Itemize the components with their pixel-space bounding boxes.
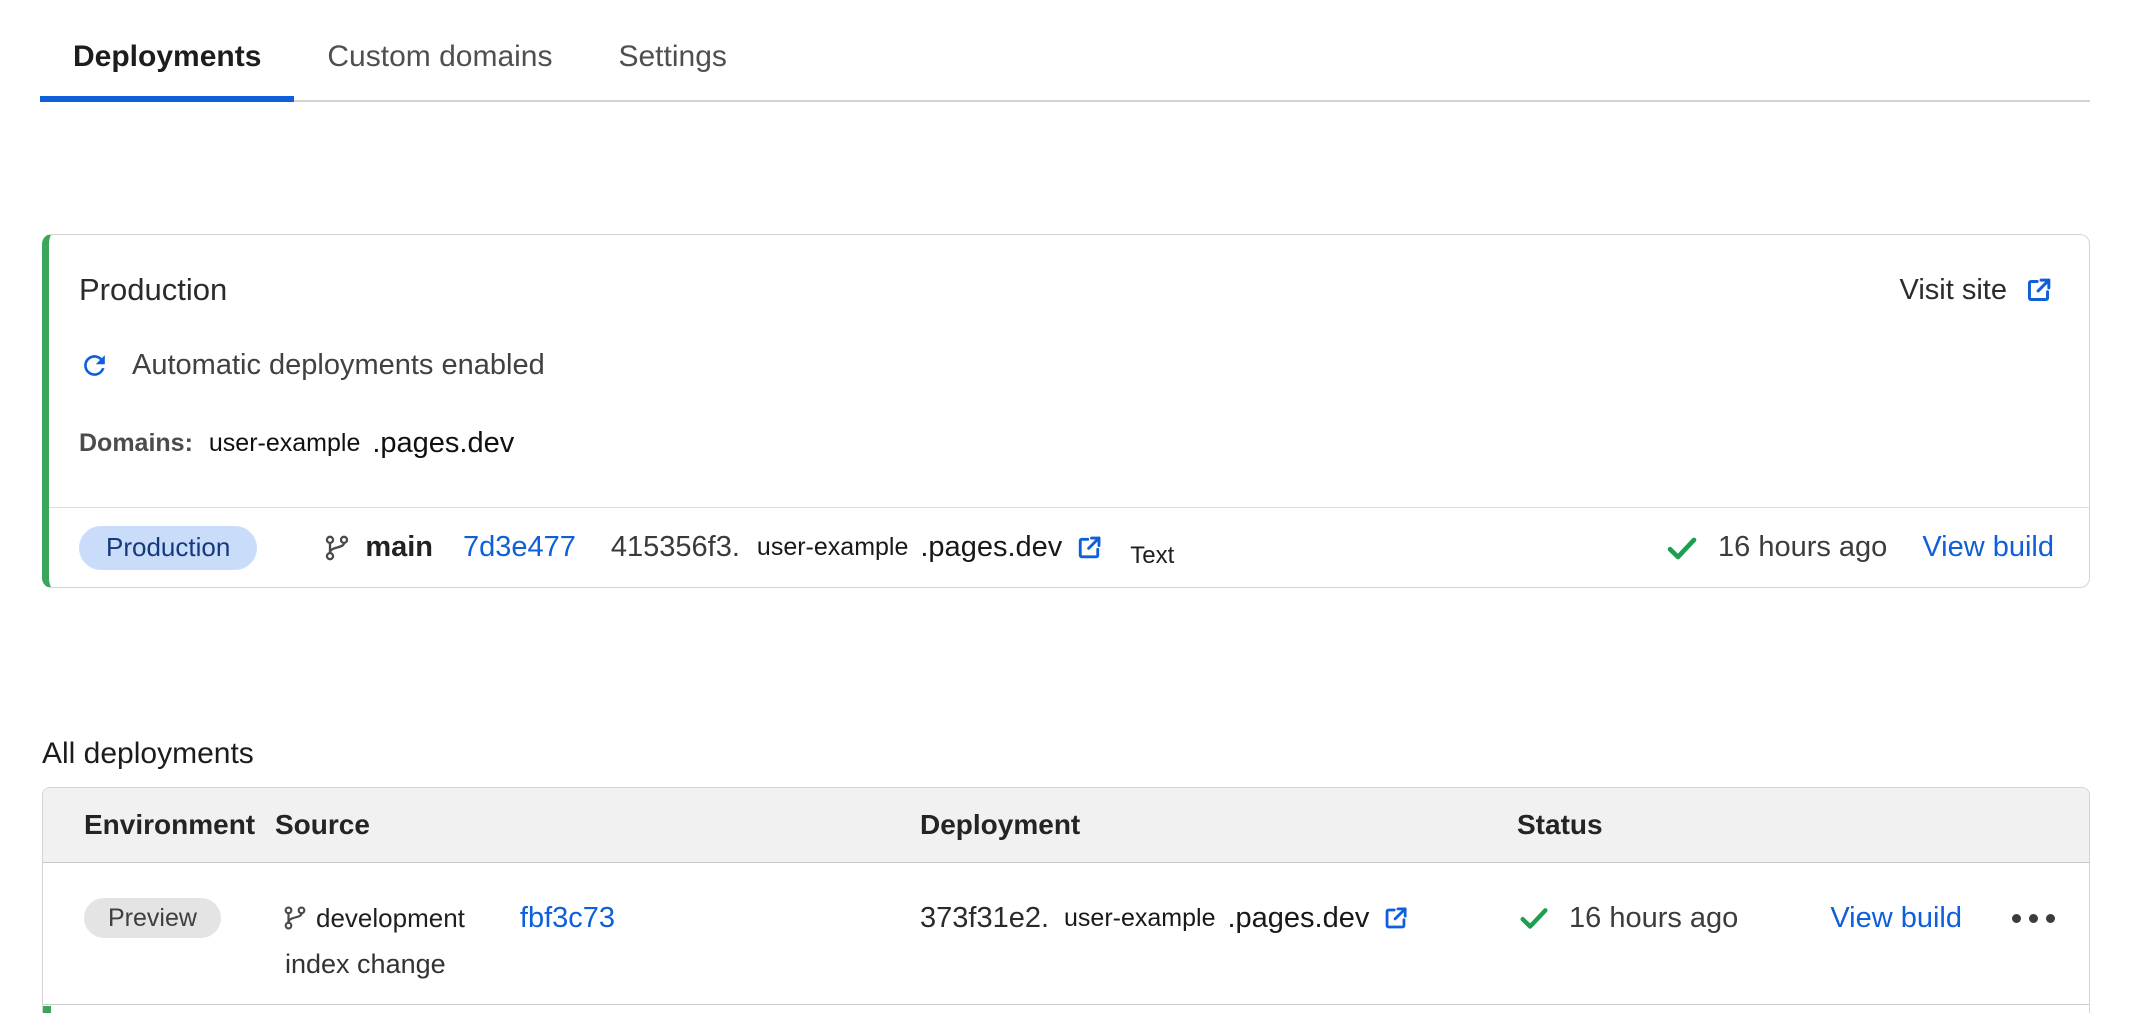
commit-link[interactable]: 7d3e477: [463, 531, 576, 564]
commit-message: index change: [275, 949, 920, 980]
deployment-domain-name: user-example: [757, 533, 908, 562]
deployment-domain-suffix: .pages.dev: [920, 531, 1062, 564]
commit-message-note: Text: [1130, 542, 1174, 570]
git-branch-icon: [282, 905, 308, 931]
auto-deploy-refresh-icon: [79, 350, 110, 381]
deployment-id: 415356f3.: [611, 531, 740, 564]
deployment-time: 16 hours ago: [1718, 531, 1887, 564]
external-link-icon: [2023, 275, 2054, 306]
production-card: Production Visit site Automatic deploym: [42, 234, 2090, 588]
deployment-domain-suffix: .pages.dev: [1227, 902, 1369, 935]
environment-badge-production: Production: [79, 526, 257, 570]
deployment-time: 16 hours ago: [1569, 902, 1738, 935]
visit-site-link[interactable]: Visit site: [1900, 274, 2054, 307]
tab-custom-domains[interactable]: Custom domains: [294, 18, 585, 102]
git-branch-icon: [323, 534, 351, 562]
column-header-status: Status: [1517, 809, 2089, 841]
table-row: Preview development fbf3c73 index change…: [43, 863, 2089, 1005]
branch-name: development: [316, 903, 465, 934]
auto-deployments-status: Automatic deployments enabled: [132, 349, 545, 382]
visit-site-label: Visit site: [1900, 274, 2007, 307]
deployment-domain-name: user-example: [1064, 904, 1215, 933]
column-header-source: Source: [275, 809, 920, 841]
view-build-link[interactable]: View build: [1830, 902, 1962, 935]
all-deployments-heading: All deployments: [42, 737, 254, 771]
tab-settings[interactable]: Settings: [585, 18, 759, 102]
success-check-icon: [1517, 901, 1551, 935]
more-options-icon[interactable]: [2008, 895, 2059, 941]
branch-name: main: [365, 531, 433, 564]
column-header-environment: Environment: [43, 809, 275, 841]
table-header-row: Environment Source Deployment Status: [43, 788, 2089, 863]
production-deployment-row: Production main 7d3e477 415356f3. user-e…: [49, 507, 2089, 587]
production-title: Production: [79, 272, 227, 308]
domains-label: Domains:: [79, 429, 193, 458]
view-build-link[interactable]: View build: [1922, 531, 2054, 564]
tab-deployments[interactable]: Deployments: [40, 18, 294, 102]
tab-bar: Deployments Custom domains Settings: [40, 18, 2090, 102]
commit-link[interactable]: fbf3c73: [520, 902, 615, 935]
production-domain-name: user-example: [209, 429, 360, 458]
deployment-id: 373f31e2.: [920, 902, 1049, 935]
open-deployment-icon[interactable]: [1074, 533, 1104, 563]
column-header-deployment: Deployment: [920, 809, 1517, 841]
deployments-table: Environment Source Deployment Status Pre…: [42, 787, 2090, 1013]
open-deployment-icon[interactable]: [1381, 904, 1410, 933]
success-check-icon: [1664, 530, 1700, 566]
environment-badge-preview: Preview: [84, 898, 221, 938]
production-domain-suffix: .pages.dev: [372, 427, 514, 460]
